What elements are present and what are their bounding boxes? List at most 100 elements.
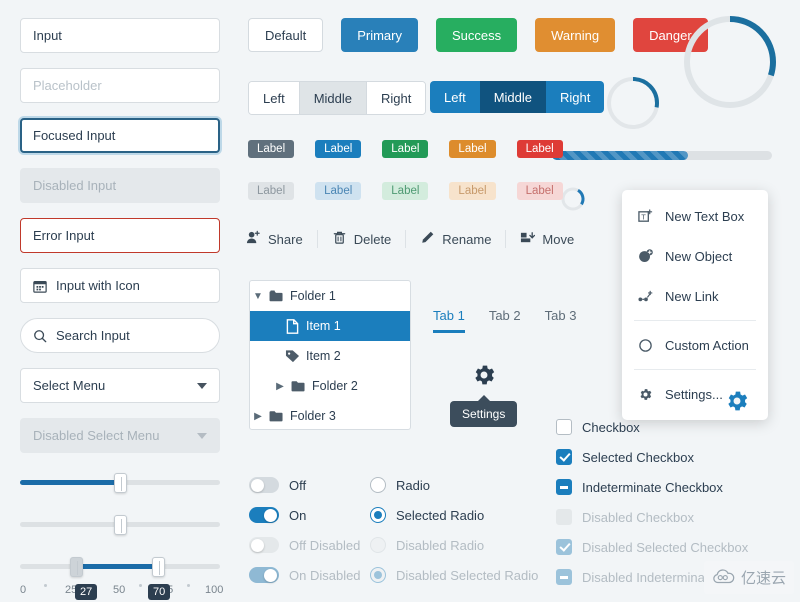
segment-blue-left[interactable]: Left: [430, 81, 480, 113]
search-input-value: Search Input: [56, 328, 130, 343]
badge-soft-primary: Label: [315, 182, 362, 200]
badge-primary: Label: [315, 140, 362, 158]
disabled-input: Disabled Input: [20, 168, 220, 203]
gear-icon: [636, 387, 654, 402]
badge-row-solid: Label Label Label Label Label: [248, 140, 563, 158]
tick-dot: [44, 584, 47, 587]
search-input[interactable]: Search Input: [20, 318, 220, 353]
switch-label: Off Disabled: [289, 537, 361, 553]
menu-item-label: Settings...: [665, 386, 723, 402]
text-input[interactable]: Input: [20, 18, 220, 53]
slider-knob-high[interactable]: [152, 557, 165, 577]
toolbar-rename-button[interactable]: Rename: [406, 230, 505, 248]
chevron-down-icon[interactable]: ▼: [250, 291, 266, 302]
slider-range[interactable]: [20, 552, 220, 582]
badge-default: Label: [248, 140, 295, 158]
slider-fill: [20, 480, 120, 485]
slider-single[interactable]: [20, 468, 220, 498]
checkbox-selected-row[interactable]: Selected Checkbox: [556, 442, 777, 472]
placeholder-input[interactable]: Placeholder: [20, 68, 220, 103]
segment-left[interactable]: Left: [249, 82, 300, 114]
button-success[interactable]: Success: [435, 18, 518, 52]
switch-on-disabled-row: On Disabled: [249, 560, 361, 590]
menu-item-new-text-box[interactable]: T New Text Box: [622, 196, 768, 236]
checkbox-label: Selected Checkbox: [582, 449, 695, 465]
checkbox[interactable]: [556, 419, 572, 435]
inputs-column: Input Placeholder Focused Input Disabled…: [20, 18, 223, 602]
checkbox-label: Disabled Selected Checkbox: [582, 539, 749, 555]
tree-node-item-2[interactable]: Item 2: [250, 341, 410, 371]
pencil-icon: [420, 230, 435, 248]
toolbar-delete-button[interactable]: Delete: [318, 230, 406, 248]
tick-dot: [187, 584, 190, 587]
error-input[interactable]: Error Input: [20, 218, 220, 253]
circular-progress-small: [605, 75, 661, 134]
badge-soft-success: Label: [382, 182, 429, 200]
segment-middle[interactable]: Middle: [299, 82, 367, 114]
circle-icon: [636, 338, 654, 353]
circular-progress-large: [680, 12, 780, 115]
toolbar-share-button[interactable]: Share: [246, 230, 317, 248]
disabled-select-menu-value: Disabled Select Menu: [33, 428, 160, 443]
tab-3[interactable]: Tab 3: [545, 308, 577, 333]
badge-danger: Label: [516, 140, 563, 158]
input-with-icon[interactable]: Input with Icon: [20, 268, 220, 303]
checkbox-disabled-indeterminate: [556, 569, 572, 585]
slider-value-bubble-low: 27: [75, 584, 98, 600]
disabled-input-value: Disabled Input: [33, 178, 117, 193]
segment-blue-middle[interactable]: Middle: [479, 81, 546, 113]
chevron-right-icon[interactable]: ▶: [250, 411, 266, 422]
menu-item-label: New Text Box: [665, 208, 745, 224]
focused-input[interactable]: Focused Input: [20, 118, 220, 153]
menu-item-new-object[interactable]: New Object: [622, 236, 768, 276]
tick-label-50: 50: [113, 584, 126, 596]
menu-item-new-link[interactable]: New Link: [622, 276, 768, 316]
slider-center[interactable]: [20, 510, 220, 540]
radio-button[interactable]: [370, 477, 386, 493]
radio-row[interactable]: Radio: [370, 470, 538, 500]
toolbar-move-button[interactable]: Move: [506, 230, 588, 248]
placeholder-input-text: Placeholder: [33, 78, 102, 93]
select-menu[interactable]: Select Menu: [20, 368, 220, 403]
segment-right[interactable]: Right: [366, 82, 426, 114]
trash-icon: [332, 230, 347, 248]
tree-node-item-1[interactable]: Item 1: [250, 311, 410, 341]
slider-knob-low[interactable]: [70, 557, 83, 577]
slider-knob[interactable]: [114, 515, 127, 535]
slider-knob[interactable]: [114, 473, 127, 493]
action-toolbar: Share Delete Rename Move: [246, 230, 588, 248]
tab-1[interactable]: Tab 1: [433, 308, 465, 333]
radio-label: Selected Radio: [396, 507, 485, 523]
toggle-switch-off[interactable]: [249, 477, 279, 493]
tree-node-folder-3[interactable]: ▶ Folder 3: [250, 401, 410, 429]
segment-blue-right[interactable]: Right: [545, 81, 605, 113]
chevron-down-icon-disabled: [197, 432, 207, 439]
tick-label-0: 0: [20, 584, 27, 596]
checkbox-indeterminate-row[interactable]: Indeterminate Checkbox: [556, 472, 777, 502]
tree-node-folder-2[interactable]: ▶ Folder 2: [250, 371, 410, 401]
checkbox-selected[interactable]: [556, 449, 572, 465]
tree-node-label: Folder 3: [290, 409, 336, 423]
button-default[interactable]: Default: [248, 18, 324, 52]
switch-label: On Disabled: [289, 567, 361, 583]
button-warning[interactable]: Warning: [535, 18, 616, 52]
toggle-switch-on[interactable]: [249, 507, 279, 523]
badge-row-soft: Label Label Label Label Label: [248, 182, 563, 200]
checkbox-row[interactable]: Checkbox: [556, 412, 777, 442]
toolbar-rename-label: Rename: [442, 231, 492, 247]
radio-selected-row[interactable]: Selected Radio: [370, 500, 538, 530]
link-add-icon: [636, 289, 654, 304]
radio-button-selected[interactable]: [370, 507, 386, 523]
switch-off-row[interactable]: Off: [249, 470, 361, 500]
tab-2[interactable]: Tab 2: [489, 308, 521, 333]
radio-label: Disabled Selected Radio: [396, 567, 539, 583]
chevron-right-icon[interactable]: ▶: [272, 381, 288, 392]
menu-item-custom-action[interactable]: Custom Action: [622, 325, 768, 365]
switch-on-row[interactable]: On: [249, 500, 361, 530]
error-input-value: Error Input: [33, 228, 95, 243]
settings-gear-button[interactable]: [471, 362, 497, 391]
checkbox-indeterminate[interactable]: [556, 479, 572, 495]
button-primary[interactable]: Primary: [341, 18, 418, 52]
menu-item-label: New Object: [665, 248, 733, 264]
tree-node-folder-1[interactable]: ▼ Folder 1: [250, 281, 410, 311]
